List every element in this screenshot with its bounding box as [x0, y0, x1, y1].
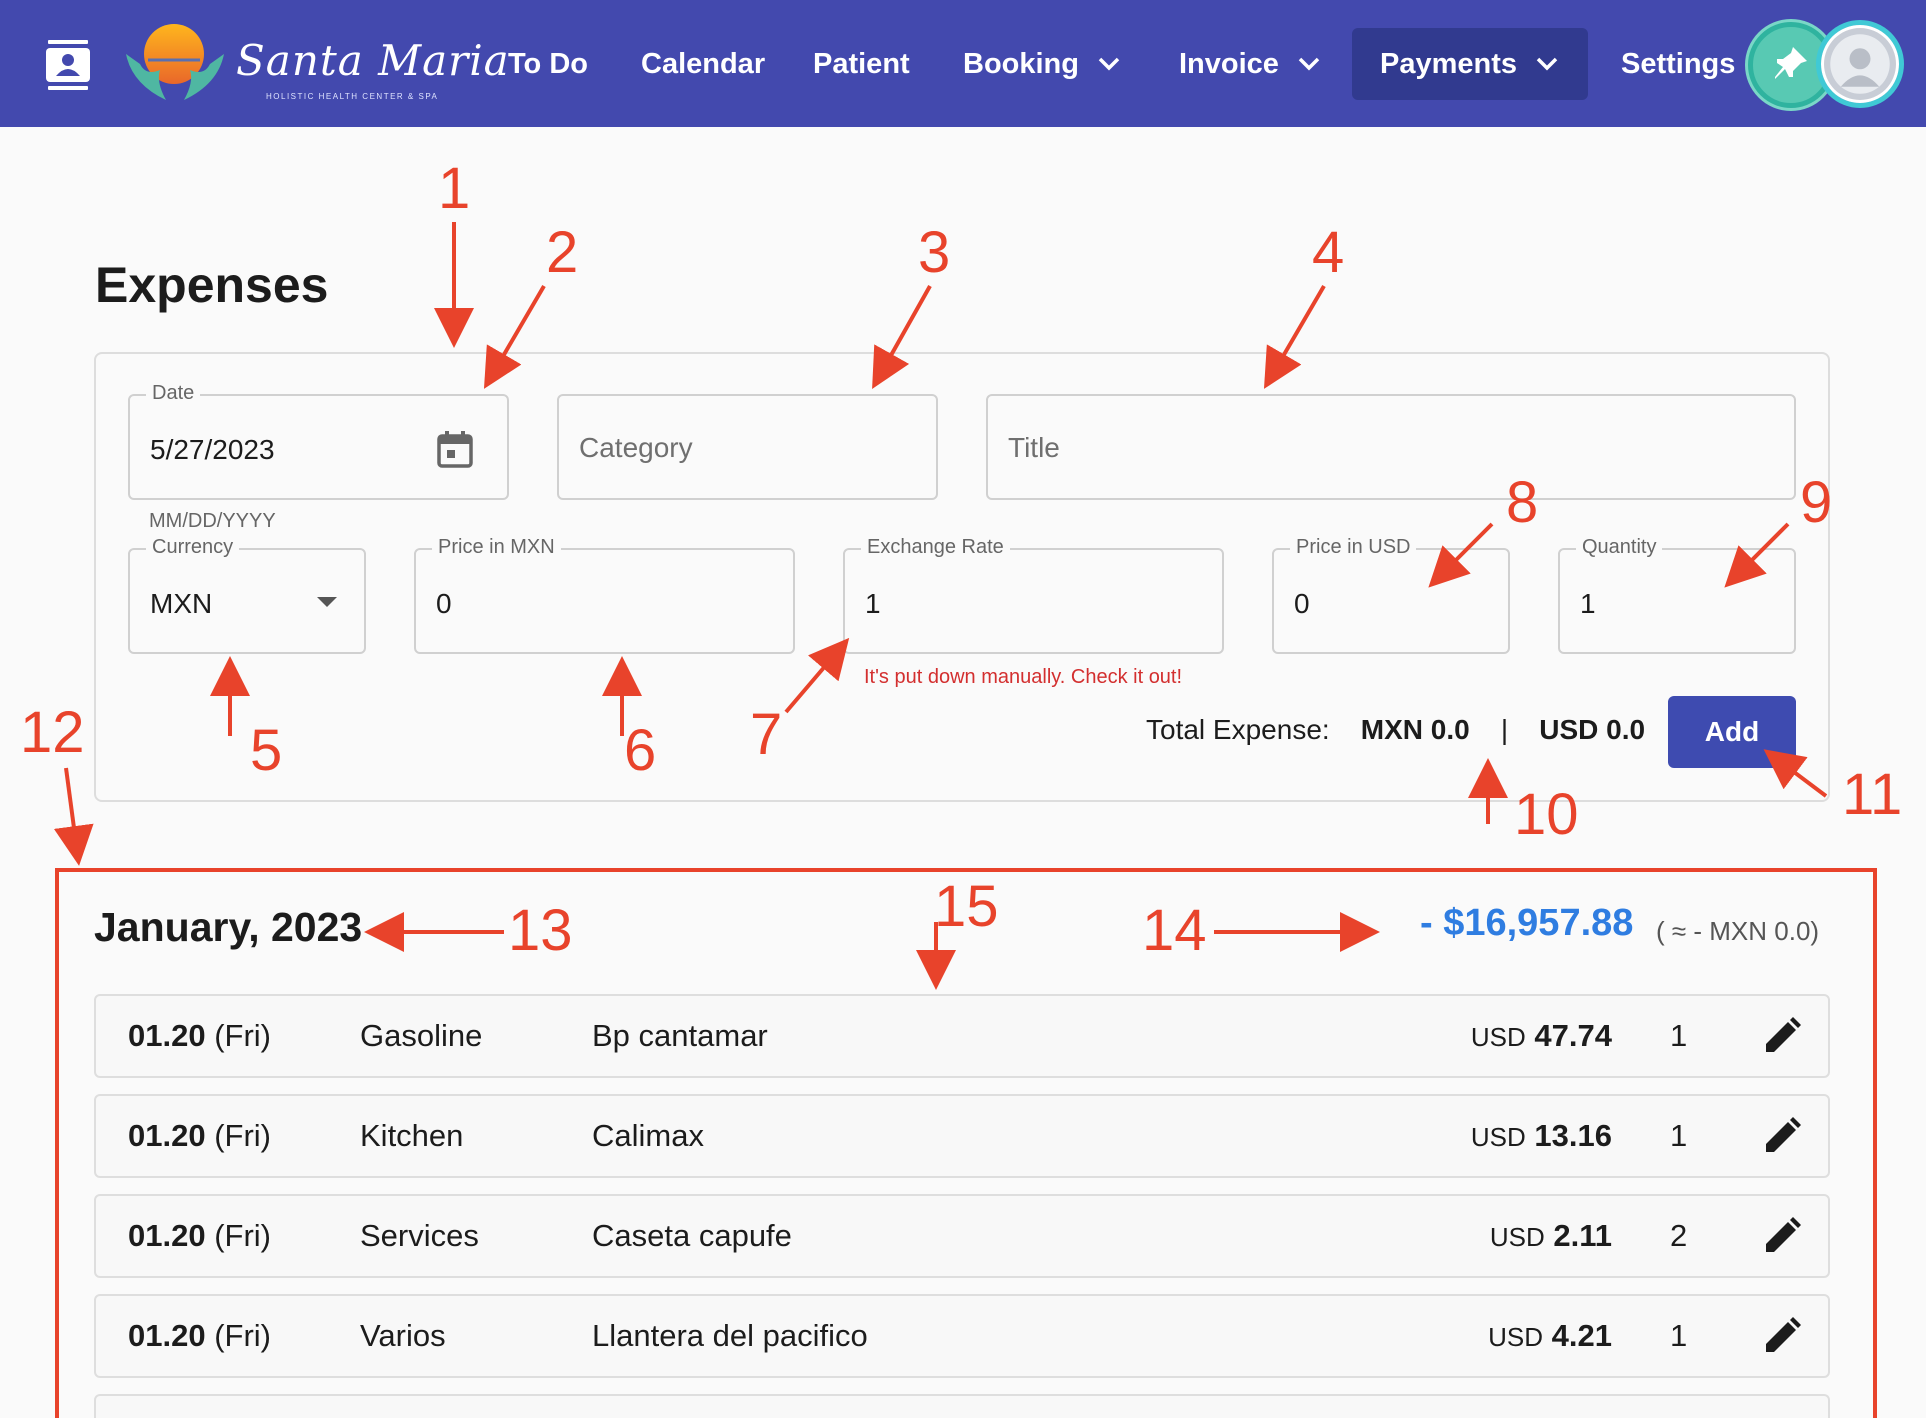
annotation-arrows	[53, 222, 1828, 990]
annotation-10: 10	[1514, 782, 1579, 847]
annotation-1: 1	[438, 156, 471, 221]
arrow-11	[1763, 749, 1828, 798]
annotation-4: 4	[1312, 220, 1345, 285]
arrow-3	[872, 285, 932, 389]
annotation-6: 6	[624, 718, 657, 783]
arrow-7	[784, 637, 850, 714]
annotation-11: 11	[1842, 762, 1903, 827]
arrow-12	[53, 767, 94, 866]
annotation-8: 8	[1506, 470, 1539, 535]
arrow-2	[483, 284, 546, 389]
annotation-15: 15	[934, 874, 999, 939]
annotation-2: 2	[546, 220, 579, 285]
arrow-9	[1724, 522, 1790, 588]
annotation-13: 13	[508, 898, 573, 963]
annotation-9: 9	[1800, 470, 1833, 535]
annotation-14: 14	[1142, 898, 1207, 963]
arrow-8	[1428, 522, 1494, 588]
arrow-4	[1263, 284, 1326, 389]
annotation-7: 7	[750, 702, 783, 767]
annotation-5: 5	[250, 718, 283, 783]
annotation-3: 3	[918, 220, 951, 285]
annotation-12: 12	[20, 700, 85, 765]
